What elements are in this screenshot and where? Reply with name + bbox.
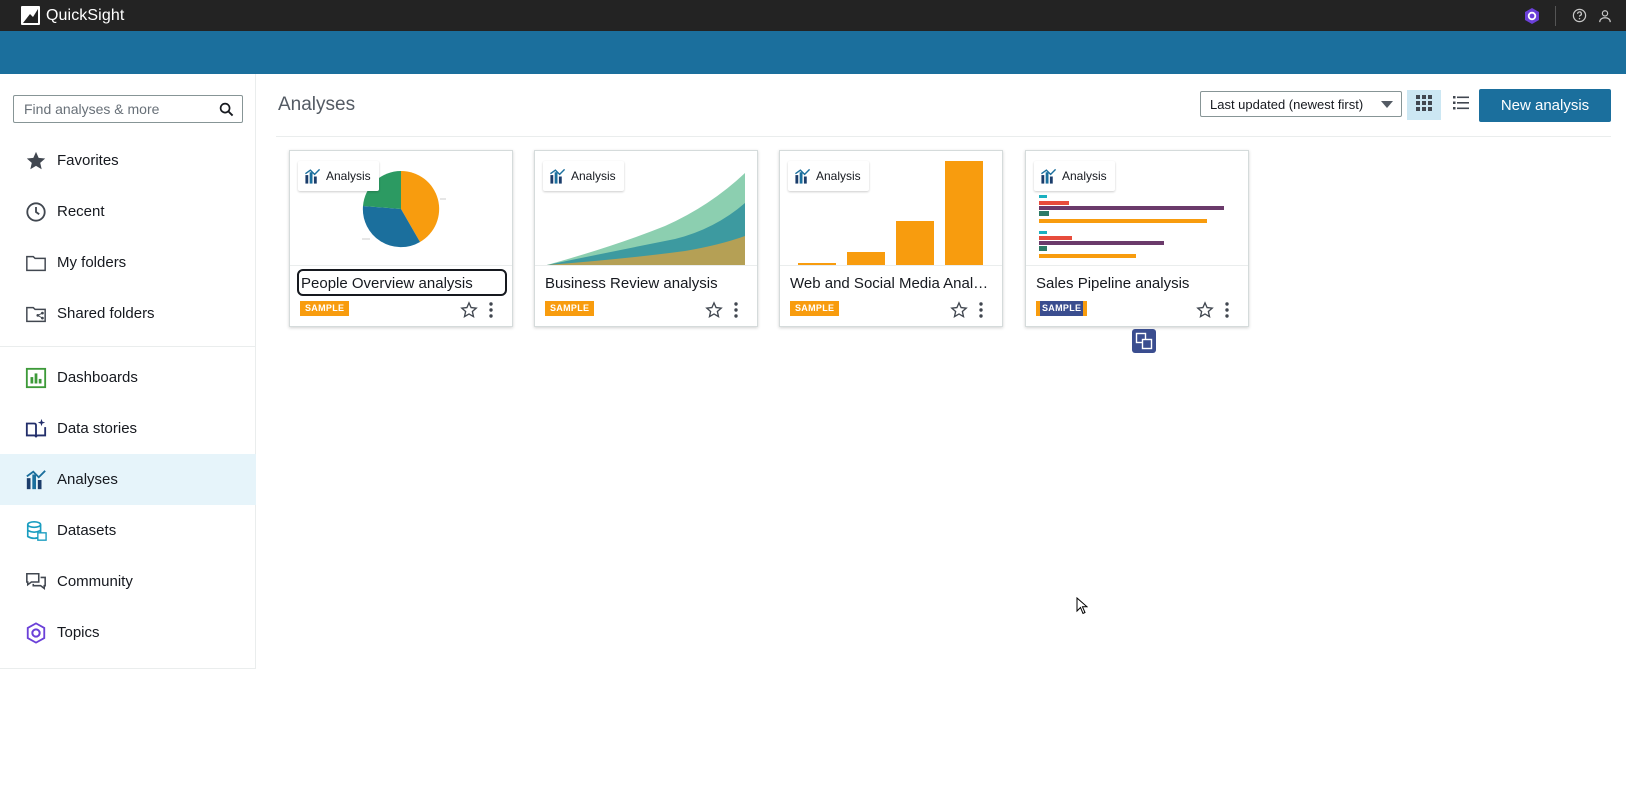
- card-type-tag: Analysis: [788, 161, 869, 191]
- more-options-icon[interactable]: [1219, 300, 1235, 320]
- card-thumbnail: Analysis: [1026, 151, 1248, 266]
- analysis-icon: [794, 168, 811, 185]
- search-box: [13, 95, 243, 123]
- sidebar-item-recent[interactable]: Recent: [0, 186, 256, 237]
- card-tag-label: Analysis: [571, 169, 616, 183]
- app-brand: QuickSight: [46, 6, 125, 24]
- chevron-down-icon: [1381, 101, 1393, 108]
- sample-badge: SAMPLE: [790, 301, 840, 316]
- folder-icon: [24, 251, 48, 275]
- nav-secondary: Dashboards Data stories Analyses Dataset…: [0, 352, 256, 658]
- favorite-star-icon[interactable]: [704, 300, 724, 320]
- sort-select[interactable]: Last updated (newest first): [1200, 91, 1402, 117]
- new-analysis-button[interactable]: New analysis: [1479, 89, 1611, 122]
- favorite-star-icon[interactable]: [459, 300, 479, 320]
- shared-folder-icon: [24, 302, 48, 326]
- favorite-star-icon[interactable]: [1195, 300, 1215, 320]
- card-tag-label: Analysis: [816, 169, 861, 183]
- divider: [1555, 5, 1556, 26]
- analysis-icon: [24, 468, 48, 492]
- card-tag-label: Analysis: [1062, 169, 1107, 183]
- sidebar-item-label: Data stories: [57, 420, 138, 437]
- more-options-icon[interactable]: [973, 300, 989, 320]
- q-topics-icon[interactable]: [1519, 0, 1545, 31]
- clock-icon: [24, 200, 48, 224]
- card-thumbnail: Analysis: [535, 151, 757, 266]
- card-type-tag: Analysis: [1034, 161, 1115, 191]
- analysis-card[interactable]: Analysis Business Review analysis SAMPLE: [534, 150, 758, 327]
- card-title[interactable]: Sales Pipeline analysis: [1036, 273, 1241, 295]
- star-icon: [24, 149, 48, 173]
- card-title[interactable]: People Overview analysis: [297, 269, 507, 296]
- card-title[interactable]: Business Review analysis: [545, 273, 750, 295]
- list-icon: [1453, 95, 1469, 115]
- grid-view-button[interactable]: [1407, 90, 1441, 120]
- main-content: Analyses Last updated (newest first) New…: [257, 74, 1626, 790]
- sidebar-item-dashboards[interactable]: Dashboards: [0, 352, 256, 403]
- sidebar-item-label: Dashboards: [57, 369, 138, 386]
- more-options-icon[interactable]: [728, 300, 744, 320]
- card-type-tag: Analysis: [298, 161, 379, 191]
- sidebar-item-label: My folders: [57, 254, 127, 271]
- analysis-icon: [549, 168, 566, 185]
- header-band: [0, 31, 1626, 74]
- sidebar-item-label: Analyses: [57, 471, 118, 488]
- page-title: Analyses: [278, 94, 356, 115]
- sidebar-item-analyses[interactable]: Analyses: [0, 454, 256, 505]
- nav-primary: Favorites Recent My folders Shared folde…: [0, 135, 256, 339]
- analysis-card[interactable]: Analysis Sales Pipeline analysis SAMPLE: [1025, 150, 1249, 327]
- sidebar: Favorites Recent My folders Shared folde…: [0, 74, 256, 669]
- data-story-icon: [24, 417, 48, 441]
- sidebar-item-my-folders[interactable]: My folders: [0, 237, 256, 288]
- user-icon[interactable]: [1592, 0, 1618, 31]
- sidebar-item-label: Community: [57, 573, 133, 590]
- sample-badge: SAMPLE: [1036, 301, 1088, 316]
- dashboard-icon: [24, 366, 48, 390]
- sidebar-item-label: Favorites: [57, 152, 119, 169]
- sidebar-item-favorites[interactable]: Favorites: [0, 135, 256, 186]
- nav-divider: [0, 346, 256, 347]
- sidebar-item-topics[interactable]: Topics: [0, 607, 256, 658]
- card-thumbnail: Analysis: [780, 151, 1002, 266]
- analysis-icon: [304, 168, 321, 185]
- topics-icon: [24, 621, 48, 645]
- sample-badge: SAMPLE: [300, 301, 350, 316]
- community-icon: [24, 570, 48, 594]
- analysis-card[interactable]: Analysis People Overview analysis SAMPLE: [289, 150, 513, 327]
- more-options-icon[interactable]: [483, 300, 499, 320]
- favorite-star-icon[interactable]: [949, 300, 969, 320]
- sidebar-item-shared-folders[interactable]: Shared folders: [0, 288, 256, 339]
- search-input[interactable]: [24, 101, 209, 117]
- quicksight-logo-icon: [21, 6, 40, 25]
- analysis-card[interactable]: Analysis Web and Social Media Analytic s …: [779, 150, 1003, 327]
- dataset-icon: [24, 519, 48, 543]
- card-tag-label: Analysis: [326, 169, 371, 183]
- sidebar-item-label: Topics: [57, 624, 100, 641]
- sort-value: Last updated (newest first): [1210, 96, 1364, 112]
- card-title[interactable]: Web and Social Media Analytics analysis: [790, 273, 995, 295]
- sidebar-item-label: Datasets: [57, 522, 117, 539]
- sidebar-item-data-stories[interactable]: Data stories: [0, 403, 256, 454]
- help-icon[interactable]: [1566, 0, 1592, 31]
- sidebar-item-label: Recent: [57, 203, 105, 220]
- search-icon[interactable]: [219, 102, 234, 122]
- card-type-tag: Analysis: [543, 161, 624, 191]
- top-nav-bar: QuickSight: [0, 0, 1626, 31]
- sample-badge: SAMPLE: [545, 301, 595, 316]
- sidebar-item-community[interactable]: Community: [0, 556, 256, 607]
- grid-icon: [1416, 94, 1432, 116]
- analysis-icon: [1040, 168, 1057, 185]
- card-thumbnail: Analysis: [290, 151, 512, 266]
- mouse-cursor-icon: [1076, 596, 1089, 620]
- nav-divider: [0, 668, 256, 669]
- sidebar-item-label: Shared folders: [57, 305, 155, 322]
- drag-handle-icon[interactable]: [1132, 329, 1156, 353]
- divider: [276, 136, 1611, 137]
- sidebar-item-datasets[interactable]: Datasets: [0, 505, 256, 556]
- list-view-button[interactable]: [1446, 90, 1476, 120]
